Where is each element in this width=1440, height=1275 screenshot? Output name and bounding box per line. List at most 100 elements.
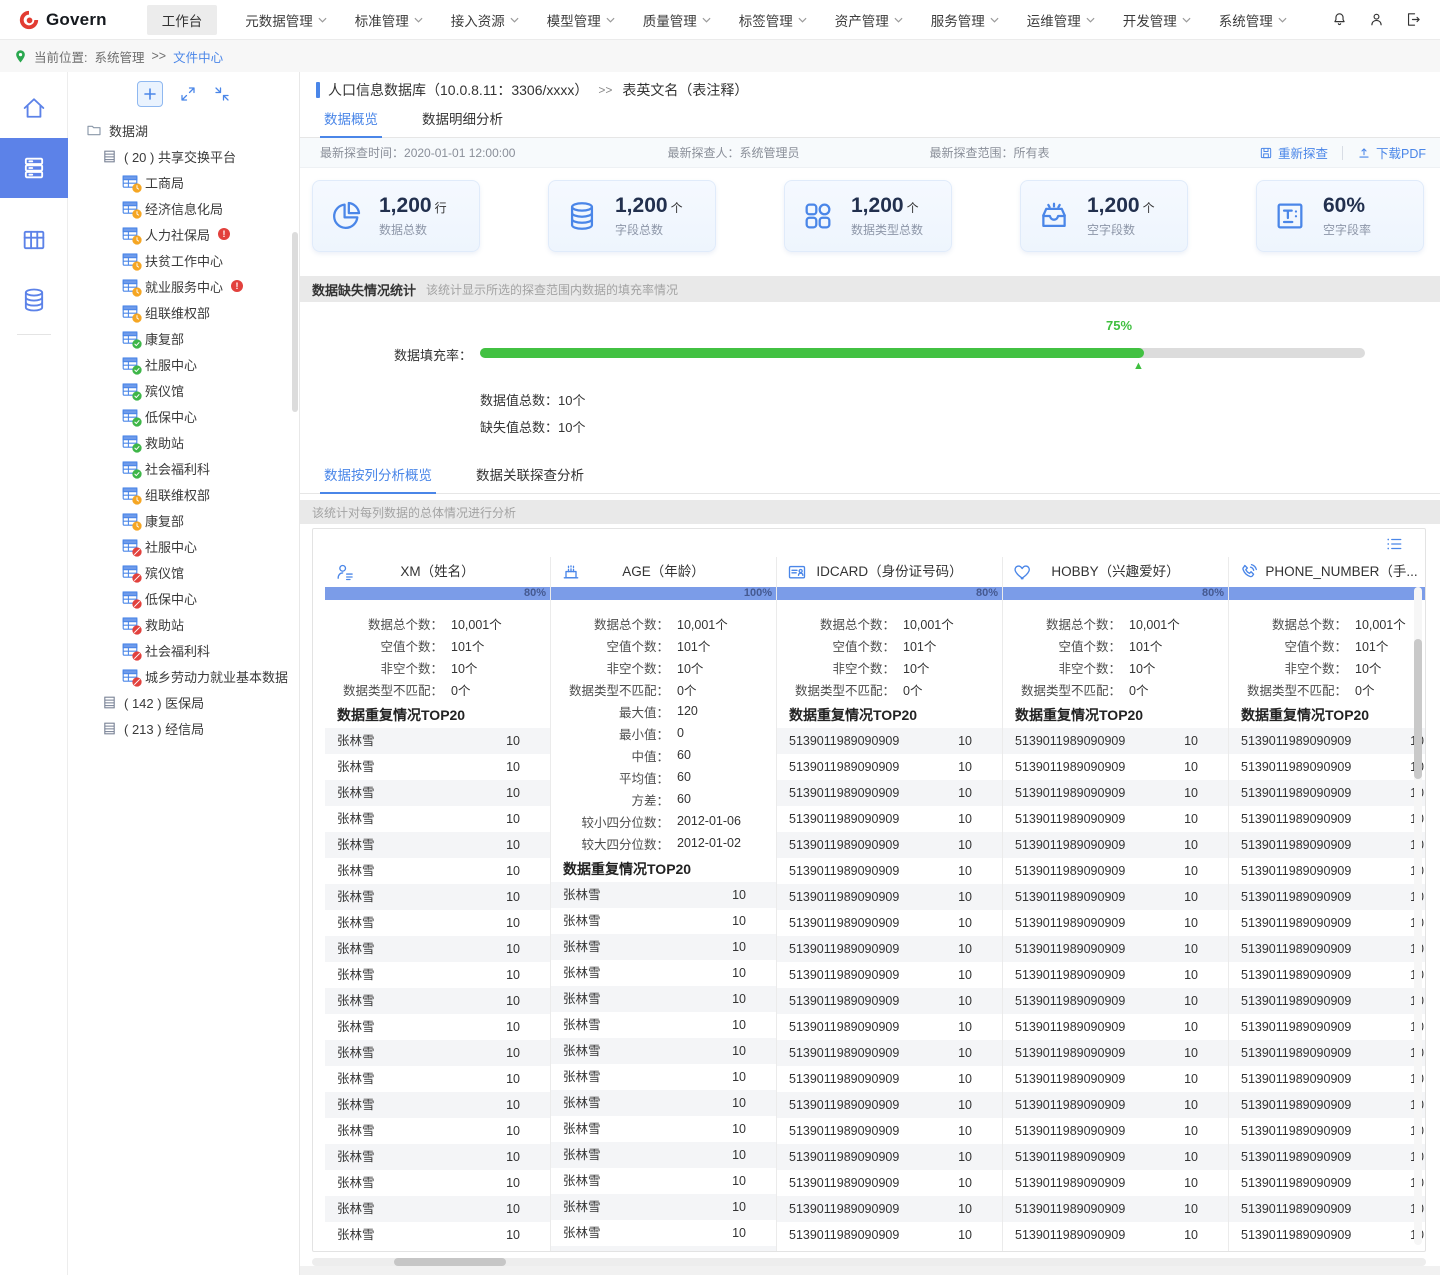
- status-badge-green: [132, 417, 142, 427]
- top20-row: 张林雪10: [325, 858, 550, 884]
- tree-item[interactable]: 殡仪馆: [68, 559, 299, 585]
- tree-panel: 数据湖( 20 ) 共享交换平台 工商局 经济信息化局 人力社保局! 扶贫工作中…: [68, 72, 300, 1275]
- row-value: 5139011989090909: [1229, 968, 1351, 982]
- list-icon: [102, 149, 117, 164]
- recheck-button[interactable]: 重新探查: [1259, 143, 1328, 162]
- nav-menu-label: 质量管理: [643, 10, 697, 30]
- row-count: 10: [732, 882, 746, 908]
- stat-value: 10个: [1129, 658, 1155, 677]
- top20-row: 513901198909090910: [1229, 1014, 1425, 1040]
- panel-vertical-scrollbar[interactable]: [1414, 587, 1422, 1245]
- nav-menu-2[interactable]: 接入资源: [451, 10, 519, 30]
- expand-icon[interactable]: [179, 85, 197, 103]
- row-value: 5139011989090909: [1229, 1046, 1351, 1060]
- rail-item-data-assets[interactable]: [0, 138, 68, 198]
- row-count: 10: [958, 884, 972, 910]
- tree-item[interactable]: 社服中心: [68, 351, 299, 377]
- tree-item-label: 就业服务中心: [145, 277, 223, 296]
- nav-menu-10[interactable]: 系统管理: [1219, 10, 1287, 30]
- tree-item[interactable]: 组联维权部: [68, 299, 299, 325]
- top20-rows: 5139011989090909105139011989090909105139…: [1003, 728, 1228, 1248]
- breadcrumb-current[interactable]: 文件中心: [173, 47, 223, 66]
- tree-item[interactable]: 低保中心: [68, 403, 299, 429]
- bell-icon[interactable]: [1331, 11, 1348, 28]
- vertical-scroll-thumb[interactable]: [1414, 639, 1422, 779]
- tree-item[interactable]: 社服中心: [68, 533, 299, 559]
- overview-tab-1[interactable]: 数据明细分析: [422, 108, 503, 137]
- row-count: 10: [958, 754, 972, 780]
- nav-menu-6[interactable]: 资产管理: [835, 10, 903, 30]
- tree-item[interactable]: 经济信息化局: [68, 195, 299, 221]
- fill-percent-label: 75%: [1106, 318, 1132, 333]
- row-value: 5139011989090909: [777, 1072, 899, 1086]
- row-count: 10: [1184, 1066, 1198, 1092]
- govern-logo[interactable]: Govern: [18, 9, 107, 31]
- tree-item[interactable]: 城乡劳动力就业基本数据: [68, 663, 299, 689]
- stat-label: 非空个数：: [1229, 658, 1347, 677]
- download-pdf-button[interactable]: 下载PDF: [1357, 143, 1426, 162]
- rail-item-database[interactable]: [0, 270, 68, 330]
- list-settings-icon[interactable]: [1385, 535, 1403, 553]
- row-count: 10: [1184, 1092, 1198, 1118]
- analysis-tab-0[interactable]: 数据按列分析概览: [324, 464, 432, 493]
- tree-item[interactable]: 救助站: [68, 429, 299, 455]
- nav-menu-3[interactable]: 模型管理: [547, 10, 615, 30]
- top20-row: 513901198909090910: [1229, 1118, 1425, 1144]
- tree-item-label: 组联维权部: [145, 485, 210, 504]
- tree-item[interactable]: 数据湖: [68, 117, 299, 143]
- rail-item-home[interactable]: [0, 78, 68, 138]
- horizontal-scrollbar[interactable]: [312, 1258, 1426, 1266]
- rail-item-tables[interactable]: [0, 210, 68, 270]
- nav-workbench[interactable]: 工作台: [147, 5, 218, 35]
- row-value: 5139011989090909: [1003, 1072, 1125, 1086]
- analysis-tab-1[interactable]: 数据关联探查分析: [476, 464, 584, 493]
- nav-menu-7[interactable]: 服务管理: [931, 10, 999, 30]
- tree-item[interactable]: 人力社保局!: [68, 221, 299, 247]
- top20-row: 513901198909090910: [1229, 780, 1425, 806]
- column-header: PHONE_NUMBER（手...: [1229, 557, 1425, 587]
- tree-item[interactable]: 康复部: [68, 507, 299, 533]
- overview-tab-0[interactable]: 数据概览: [324, 108, 378, 137]
- table-icon: [122, 434, 138, 450]
- tree-item[interactable]: ( 213 ) 经信局: [68, 715, 299, 741]
- tree-item[interactable]: 扶贫工作中心: [68, 247, 299, 273]
- horizontal-scroll-thumb[interactable]: [394, 1258, 506, 1266]
- breadcrumb-section[interactable]: 系统管理: [94, 47, 144, 66]
- top20-row: 513901198909090910: [1229, 1222, 1425, 1248]
- row-value: 5139011989090909: [1229, 1150, 1351, 1164]
- tree-item[interactable]: 就业服务中心!: [68, 273, 299, 299]
- tree-item[interactable]: 殡仪馆: [68, 377, 299, 403]
- tree-item[interactable]: ( 142 ) 医保局: [68, 689, 299, 715]
- column-stat: 数据类型不匹配：0个: [1003, 678, 1228, 700]
- tree-scrollbar[interactable]: [292, 232, 298, 412]
- row-value: 5139011989090909: [777, 1202, 899, 1216]
- tree-item[interactable]: 社会福利科: [68, 637, 299, 663]
- tree-item[interactable]: 工商局: [68, 169, 299, 195]
- stat-value: 10个: [1355, 658, 1381, 677]
- tree-item[interactable]: 社会福利科: [68, 455, 299, 481]
- row-value: 5139011989090909: [777, 864, 899, 878]
- row-count: 10: [1184, 910, 1198, 936]
- collapse-icon[interactable]: [213, 85, 231, 103]
- nav-menu-9[interactable]: 开发管理: [1123, 10, 1191, 30]
- logout-icon[interactable]: [1405, 11, 1422, 28]
- breadcrumb: 当前位置: 系统管理 >> 文件中心: [0, 40, 1440, 72]
- row-value: 张林雪: [551, 966, 601, 980]
- table-icon: [122, 226, 138, 242]
- nav-menu-4[interactable]: 质量管理: [643, 10, 711, 30]
- tree-item[interactable]: 救助站: [68, 611, 299, 637]
- row-value: 张林雪: [325, 916, 375, 930]
- nav-menu-1[interactable]: 标准管理: [355, 10, 423, 30]
- nav-menu-0[interactable]: 元数据管理: [245, 10, 327, 30]
- tree-item[interactable]: 组联维权部: [68, 481, 299, 507]
- table-title: 表英文名（表注释）: [622, 80, 748, 100]
- user-icon[interactable]: [1368, 11, 1385, 28]
- top20-row: 张林雪10: [551, 1038, 776, 1064]
- tree-item[interactable]: ( 20 ) 共享交换平台: [68, 143, 299, 169]
- tree-item[interactable]: 康复部: [68, 325, 299, 351]
- nav-menu-8[interactable]: 运维管理: [1027, 10, 1095, 30]
- tree-item[interactable]: 低保中心: [68, 585, 299, 611]
- nav-menu-5[interactable]: 标签管理: [739, 10, 807, 30]
- top20-row: 513901198909090910: [1229, 754, 1425, 780]
- plus-icon[interactable]: [137, 81, 163, 107]
